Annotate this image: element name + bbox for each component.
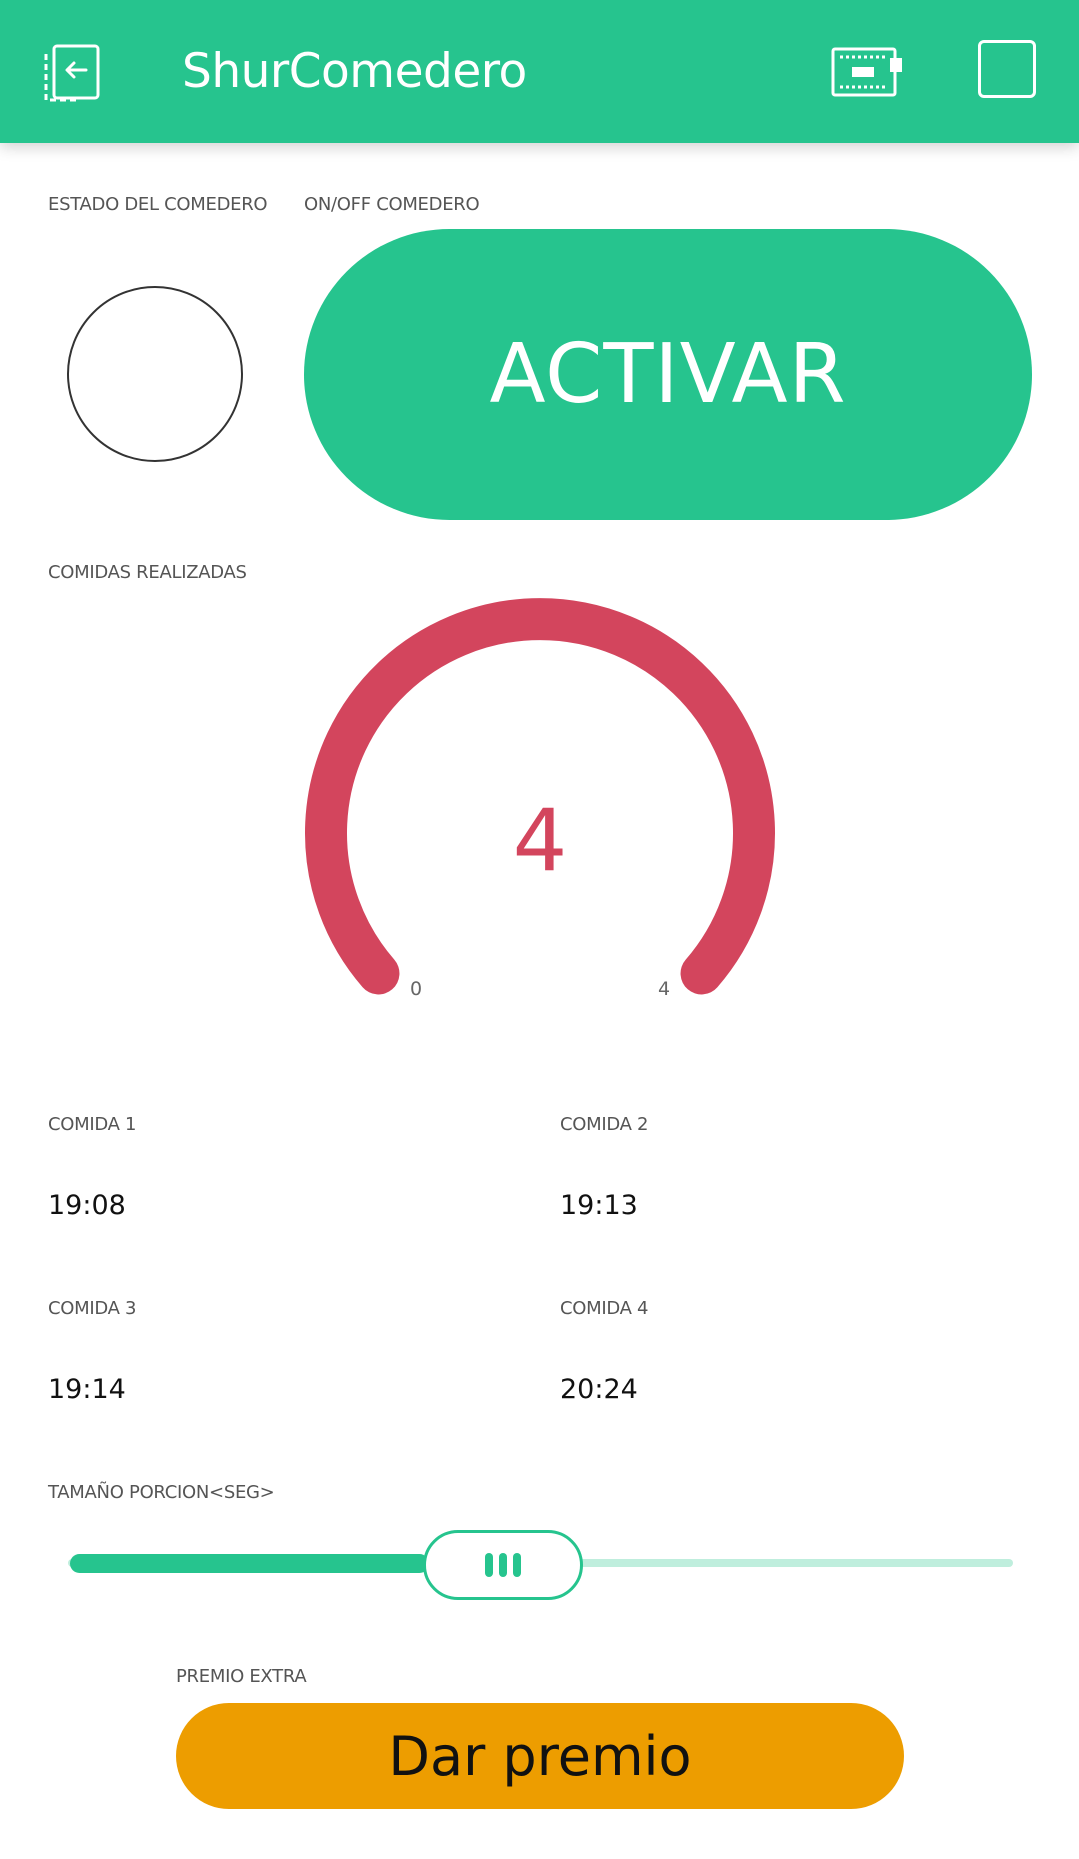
comida-2-label: COMIDA 2 (560, 1114, 649, 1135)
activar-button[interactable]: ACTIVAR (304, 229, 1032, 520)
comida-3-time: 19:14 (48, 1374, 126, 1405)
onoff-label: ON/OFF COMEDERO (304, 194, 480, 215)
dar-premio-button[interactable]: Dar premio (176, 1703, 904, 1809)
activar-button-label: ACTIVAR (489, 327, 847, 422)
porcion-label: TAMAÑO PORCION<SEG> (48, 1482, 275, 1503)
premio-label: PREMIO EXTRA (176, 1666, 307, 1687)
gauge-value: 4 (513, 791, 568, 891)
comida-1-label: COMIDA 1 (48, 1114, 137, 1135)
comida-2-time: 19:13 (560, 1190, 638, 1221)
exit-project-icon[interactable] (40, 40, 106, 106)
dar-premio-button-label: Dar premio (388, 1724, 692, 1788)
stop-square-icon[interactable] (978, 40, 1036, 98)
estado-led-indicator (67, 286, 243, 462)
gauge-min: 0 (410, 978, 422, 1000)
grip-bar (485, 1553, 493, 1577)
estado-label: ESTADO DEL COMEDERO (48, 194, 268, 215)
slider-fill (70, 1554, 429, 1573)
gauge-max: 4 (658, 978, 670, 1000)
comida-3-label: COMIDA 3 (48, 1298, 137, 1319)
grip-bar (499, 1553, 507, 1577)
app-title: ShurComedero (182, 44, 527, 99)
comidas-gauge: 4 0 4 (305, 598, 775, 1000)
porcion-slider[interactable] (68, 1520, 1013, 1610)
slider-handle[interactable] (423, 1530, 583, 1600)
app-header: ShurComedero (0, 0, 1079, 143)
comida-1-time: 19:08 (48, 1190, 126, 1221)
comida-4-label: COMIDA 4 (560, 1298, 649, 1319)
comida-4-time: 20:24 (560, 1374, 638, 1405)
grip-bar (513, 1553, 521, 1577)
gauge-label: COMIDAS REALIZADAS (48, 562, 247, 583)
device-board-icon[interactable] (830, 46, 904, 98)
